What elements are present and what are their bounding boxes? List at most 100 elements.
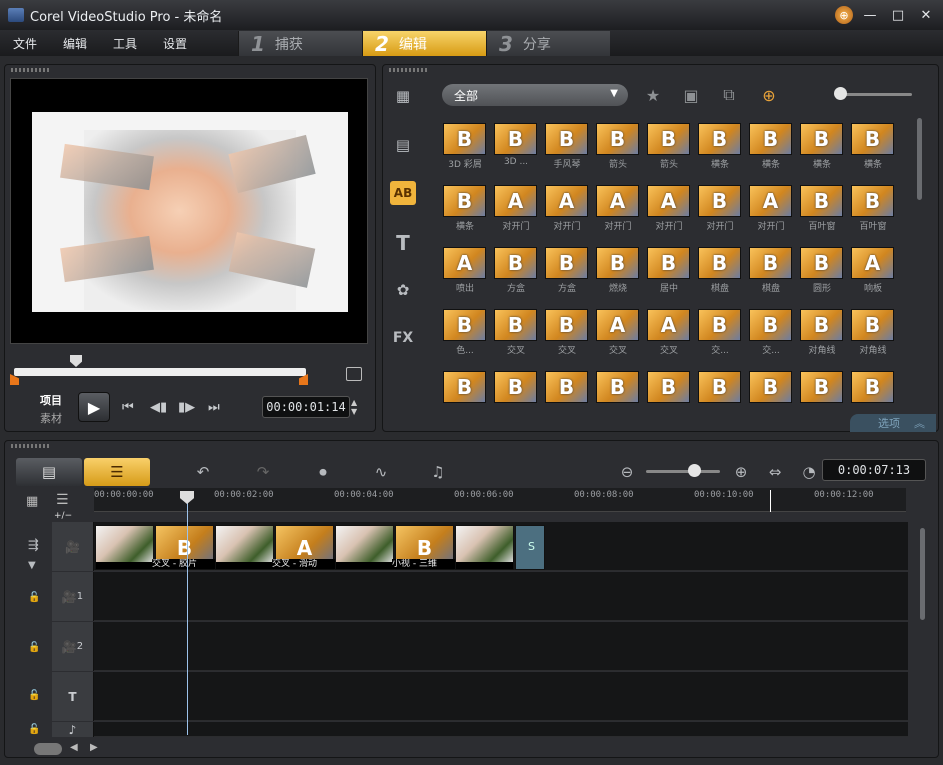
panel-grip[interactable]: [11, 444, 51, 448]
zoom-out-icon[interactable]: ⊖: [614, 460, 640, 484]
video-clip[interactable]: [335, 525, 394, 570]
minimize-button[interactable]: —: [859, 6, 881, 24]
transition-thumbnail[interactable]: A 喷出: [443, 247, 487, 296]
transition-clip[interactable]: B 交叉 - 胶片: [152, 525, 219, 570]
zoom-knob[interactable]: [688, 464, 701, 477]
transition-thumbnail[interactable]: B: [698, 371, 742, 413]
sound-mixer-icon[interactable]: ∿: [368, 460, 394, 484]
maximize-button[interactable]: □: [887, 6, 909, 24]
transition-thumbnail[interactable]: B 箭头: [596, 123, 640, 172]
player-timecode[interactable]: 00:00:01:14: [262, 396, 350, 418]
zoom-slider[interactable]: [646, 470, 720, 473]
video-track-header[interactable]: 🎥: [52, 522, 94, 571]
redo-icon[interactable]: ↷: [250, 460, 276, 484]
media-icon[interactable]: ▦: [390, 84, 416, 108]
title-tab[interactable]: T: [390, 231, 416, 255]
overlay-track-2[interactable]: [52, 622, 908, 671]
transition-thumbnail[interactable]: A 对开门: [749, 185, 793, 234]
transition-thumbnail[interactable]: B 百叶窗: [851, 185, 895, 234]
play-button[interactable]: ▶: [78, 392, 110, 422]
transition-thumbnail[interactable]: B 横条: [851, 123, 895, 172]
menu-edit[interactable]: 编辑: [50, 35, 100, 52]
transition-thumbnail[interactable]: B 居中: [647, 247, 691, 296]
transition-thumbnail[interactable]: B 交...: [749, 309, 793, 358]
overlay-track-header[interactable]: 🎥 2: [52, 622, 94, 671]
scroll-right-icon[interactable]: ▶: [90, 742, 98, 753]
scrub-bar[interactable]: [14, 368, 306, 376]
lock-icon[interactable]: 🔓: [28, 642, 40, 653]
end-icon[interactable]: ⏭: [208, 400, 220, 415]
transition-thumbnail[interactable]: B 交...: [698, 309, 742, 358]
transition-thumbnail[interactable]: B 棋盘: [749, 247, 793, 296]
thumbnail-size-knob[interactable]: [834, 87, 847, 100]
options-button[interactable]: 选项 ︽: [850, 414, 936, 432]
transition-thumbnail[interactable]: B: [545, 371, 589, 413]
transition-thumbnail[interactable]: B 百叶窗: [800, 185, 844, 234]
mode-project[interactable]: 项目: [40, 392, 62, 408]
project-duration[interactable]: 0:00:07:13: [822, 459, 926, 481]
library-scrollbar[interactable]: [917, 118, 922, 200]
transition-thumbnail[interactable]: B: [443, 371, 487, 413]
transition-thumbnail[interactable]: B 对开门: [698, 185, 742, 234]
storyboard-view-button[interactable]: ▤: [16, 458, 82, 486]
lock-icon[interactable]: 🔓: [28, 690, 40, 701]
lock-icon[interactable]: 🔓: [28, 592, 40, 603]
mode-clip[interactable]: 素材: [40, 410, 62, 426]
music-track-header[interactable]: ♪: [52, 722, 94, 737]
apply-to-video-track-icon[interactable]: ▣: [678, 83, 704, 107]
transition-thumbnail[interactable]: B 交叉: [494, 309, 538, 358]
get-more-content-icon[interactable]: ⊕: [756, 83, 782, 107]
video-clip[interactable]: [215, 525, 274, 570]
transition-thumbnail[interactable]: A 对开门: [494, 185, 538, 234]
instant-project-icon[interactable]: ▤: [390, 133, 416, 157]
transition-thumbnail[interactable]: B 方盒: [494, 247, 538, 296]
scroll-left-icon[interactable]: ◀: [70, 742, 78, 753]
track-manager-icon[interactable]: ▦: [26, 494, 38, 509]
fit-project-icon[interactable]: ⇔: [762, 460, 788, 484]
step-capture[interactable]: 1 捕获: [238, 31, 362, 56]
zoom-in-icon[interactable]: ⊕: [728, 460, 754, 484]
transition-thumbnail[interactable]: B 燃烧: [596, 247, 640, 296]
transition-thumbnail[interactable]: B 箭头: [647, 123, 691, 172]
panel-grip[interactable]: [389, 68, 429, 72]
transition-thumbnail[interactable]: A 对开门: [545, 185, 589, 234]
transition-thumbnail[interactable]: A 交叉: [647, 309, 691, 358]
video-clip[interactable]: [455, 525, 514, 570]
transition-thumbnail[interactable]: B 圆形: [800, 247, 844, 296]
auto-music-icon[interactable]: ♫: [425, 460, 451, 484]
transition-thumbnail[interactable]: B 对角线: [800, 309, 844, 358]
transition-tab[interactable]: AB: [390, 181, 416, 205]
timecode-spinner-icon[interactable]: ▲ ▼: [351, 398, 357, 416]
video-clip[interactable]: [95, 525, 154, 570]
lock-icon[interactable]: 🔓: [28, 724, 40, 735]
step-share[interactable]: 3 分享: [486, 31, 610, 56]
title-track-header[interactable]: T: [52, 672, 94, 721]
transition-thumbnail[interactable]: B 横条: [698, 123, 742, 172]
transition-thumbnail[interactable]: B 交叉: [545, 309, 589, 358]
menu-settings[interactable]: 设置: [150, 35, 200, 52]
previous-frame-icon[interactable]: ◀▮: [150, 400, 167, 415]
transition-thumbnail[interactable]: B: [800, 371, 844, 413]
overlay-track-header[interactable]: 🎥 1: [52, 572, 94, 621]
transition-thumbnail[interactable]: B: [749, 371, 793, 413]
home-icon[interactable]: ⏮: [122, 400, 134, 415]
transition-thumbnail[interactable]: B: [596, 371, 640, 413]
filter-tab[interactable]: FX: [390, 326, 416, 350]
transition-thumbnail[interactable]: B 横条: [749, 123, 793, 172]
transition-clip[interactable]: B 小视 - 三维: [392, 525, 459, 570]
timeline-view-button[interactable]: ☰: [84, 458, 150, 486]
chapter-point-icon[interactable]: ☰: [56, 492, 69, 508]
transition-thumbnail[interactable]: A 对开门: [596, 185, 640, 234]
title-track[interactable]: [52, 672, 908, 721]
transition-clip[interactable]: A 交叉 - 滑动: [272, 525, 339, 570]
thumbnail-size-slider[interactable]: [840, 93, 912, 96]
transition-thumbnail[interactable]: B: [851, 371, 895, 413]
close-button[interactable]: ✕: [915, 6, 937, 24]
step-edit[interactable]: 2 编辑: [362, 31, 486, 56]
next-frame-icon[interactable]: ▮▶: [178, 400, 195, 415]
transition-thumbnail[interactable]: A 交叉: [596, 309, 640, 358]
add-remove-track-button[interactable]: +/−: [54, 511, 72, 521]
transition-thumbnail[interactable]: A 对开门: [647, 185, 691, 234]
timeline-zoom-toggle[interactable]: [34, 743, 62, 755]
timeline-scrollbar[interactable]: [920, 528, 925, 620]
